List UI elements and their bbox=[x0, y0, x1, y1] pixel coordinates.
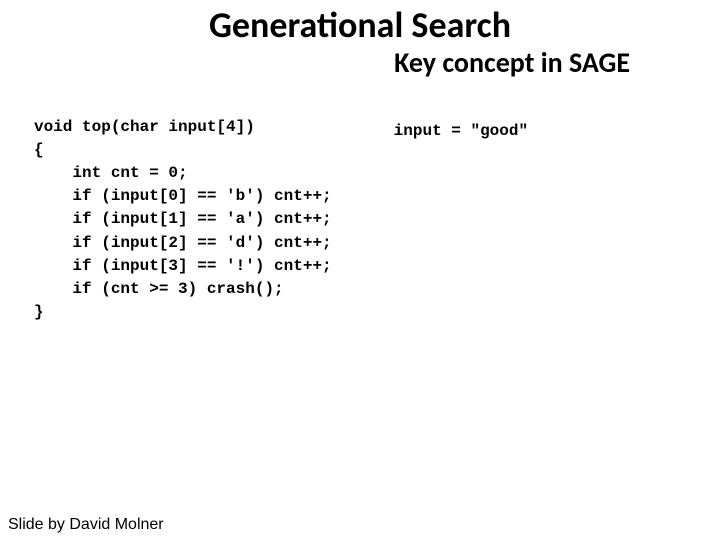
code-line: void top(char input[4]) bbox=[34, 118, 255, 136]
code-line: int cnt = 0; bbox=[34, 164, 188, 182]
code-line: if (input[1] == 'a') cnt++; bbox=[34, 210, 332, 228]
code-line: if (cnt >= 3) crash(); bbox=[34, 280, 284, 298]
code-block: void top(char input[4]) { int cnt = 0; i… bbox=[34, 92, 332, 347]
slide-title: Generational Search bbox=[0, 6, 720, 46]
code-line: if (input[0] == 'b') cnt++; bbox=[34, 187, 332, 205]
content-row: void top(char input[4]) { int cnt = 0; i… bbox=[0, 92, 720, 347]
code-line: if (input[2] == 'd') cnt++; bbox=[34, 234, 332, 252]
code-line: if (input[3] == '!') cnt++; bbox=[34, 257, 332, 275]
slide-subtitle: Key concept in SAGE bbox=[0, 48, 630, 79]
code-line: } bbox=[34, 303, 44, 321]
code-line: { bbox=[34, 141, 44, 159]
slide-footer: Slide by David Molner bbox=[8, 516, 164, 534]
input-note: input = "good" bbox=[394, 122, 528, 347]
slide: Generational Search Key concept in SAGE … bbox=[0, 6, 720, 540]
